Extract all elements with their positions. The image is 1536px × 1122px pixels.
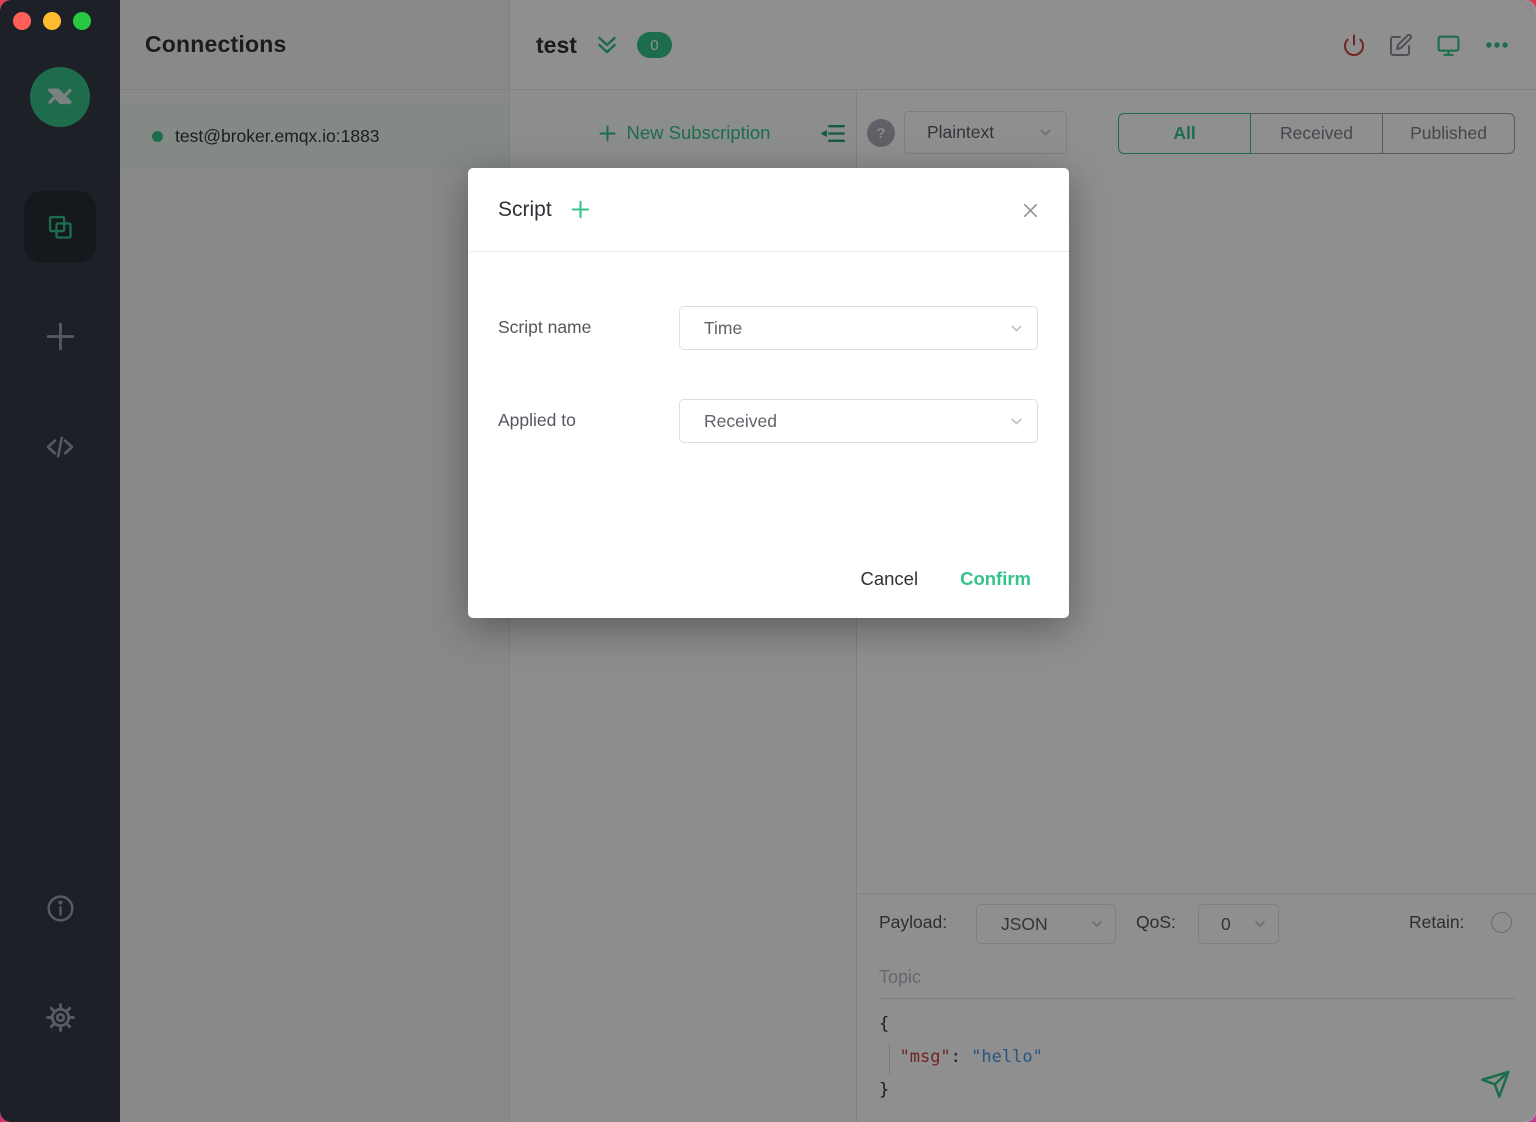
close-window-button[interactable] — [13, 12, 31, 30]
script-dialog-footer: Cancel Confirm — [860, 568, 1031, 590]
add-script-icon[interactable] — [569, 198, 592, 221]
script-dialog-header: Script — [468, 168, 1069, 252]
app-window: Connections test@broker.emqx.io:1883 tes… — [0, 0, 1536, 1122]
applied-to-value: Received — [704, 411, 777, 432]
chevron-down-icon — [1008, 320, 1025, 337]
script-dialog: Script Script name Time — [468, 168, 1069, 618]
script-name-label: Script name — [498, 317, 591, 338]
window-controls — [13, 12, 91, 30]
applied-to-label: Applied to — [498, 410, 576, 431]
close-icon[interactable] — [1020, 200, 1041, 221]
applied-to-select[interactable]: Received — [679, 399, 1038, 443]
script-name-value: Time — [704, 318, 742, 339]
zoom-window-button[interactable] — [73, 12, 91, 30]
confirm-button[interactable]: Confirm — [960, 568, 1031, 590]
dialog-title: Script — [498, 198, 552, 222]
script-name-select[interactable]: Time — [679, 306, 1038, 350]
cancel-button[interactable]: Cancel — [860, 568, 918, 590]
minimize-window-button[interactable] — [43, 12, 61, 30]
chevron-down-icon — [1008, 413, 1025, 430]
